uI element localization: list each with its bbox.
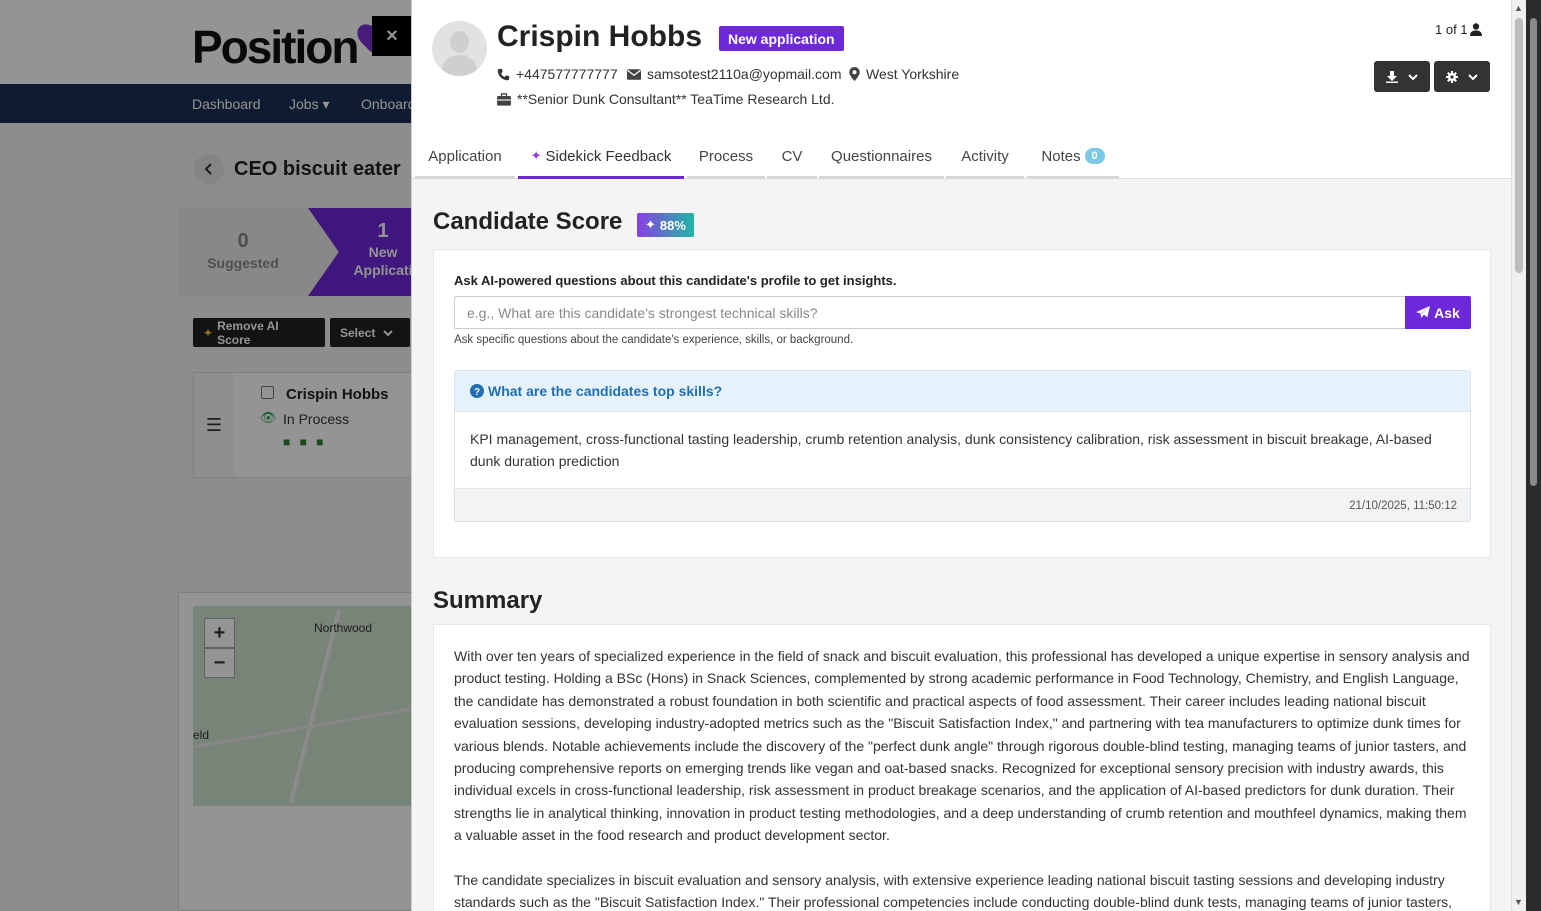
window-scrollbar[interactable] <box>1526 0 1541 911</box>
summary-title: Summary <box>433 587 543 614</box>
qa-question[interactable]: ? What are the candidates top skills? <box>455 371 1470 412</box>
candidate-pager: 1 of 1 <box>1435 22 1482 37</box>
tab-questionnaires[interactable]: Questionnaires <box>819 136 944 179</box>
sparkle-icon: ✦ <box>530 148 542 163</box>
qa-answer: KPI management, cross-functional tasting… <box>455 412 1470 488</box>
candidate-header: Crispin Hobbs New application +447577777… <box>412 0 1511 179</box>
summary-card: With over ten years of specialized exper… <box>433 624 1491 911</box>
paper-plane-icon <box>1416 306 1431 319</box>
summary-paragraph: With over ten years of specialized exper… <box>454 648 1470 844</box>
phone-icon <box>497 68 510 80</box>
tab-cv[interactable]: CV <box>767 136 817 179</box>
svg-text:?: ? <box>474 387 480 398</box>
qa-timestamp: 21/10/2025, 11:50:12 <box>455 488 1470 521</box>
download-menu-button[interactable] <box>1374 61 1430 92</box>
tab-process[interactable]: Process <box>687 136 765 179</box>
notes-count-badge: 0 <box>1084 148 1105 164</box>
map-marker-icon <box>849 67 860 81</box>
sparkle-icon: ✦ <box>645 217 656 232</box>
question-circle-icon: ? <box>470 384 484 398</box>
summary-text: With over ten years of specialized exper… <box>454 645 1470 911</box>
panel-scrollbar[interactable]: ▲ ▼ <box>1511 0 1526 911</box>
envelope-icon <box>627 68 641 80</box>
tab-sidekick-feedback[interactable]: ✦ Sidekick Feedback <box>518 136 684 179</box>
panel-scroll-thumb[interactable] <box>1515 18 1523 273</box>
ask-ai-input[interactable] <box>454 296 1406 329</box>
candidate-tabs: Application ✦ Sidekick Feedback Process C… <box>412 136 1511 179</box>
avatar <box>432 21 487 76</box>
download-icon <box>1386 70 1398 83</box>
candidate-job: **Senior Dunk Consultant** TeaTime Resea… <box>497 91 835 107</box>
candidate-name: Crispin Hobbs <box>497 20 703 53</box>
candidate-phone[interactable]: +447577777777 <box>497 66 618 82</box>
user-icon <box>1469 23 1482 36</box>
qa-item: ? What are the candidates top skills? KP… <box>454 370 1471 522</box>
summary-paragraph: The candidate specializes in biscuit eva… <box>454 872 1453 911</box>
ask-button[interactable]: Ask <box>1405 296 1471 329</box>
briefcase-icon <box>497 92 511 106</box>
scroll-down-arrow-icon[interactable]: ▼ <box>1514 897 1523 907</box>
status-badge: New application <box>719 26 844 51</box>
tab-activity[interactable]: Activity <box>946 136 1024 179</box>
ask-ai-help-text: Ask specific questions about the candida… <box>454 334 854 346</box>
ask-ai-card: Ask AI-powered questions about this cand… <box>433 249 1491 558</box>
tab-notes[interactable]: Notes 0 <box>1027 136 1119 179</box>
gear-icon <box>1446 70 1458 83</box>
candidate-panel: Crispin Hobbs New application +447577777… <box>411 0 1511 911</box>
tab-application[interactable]: Application <box>415 136 515 179</box>
scroll-up-arrow-icon[interactable]: ▲ <box>1514 3 1523 13</box>
ai-score-badge: ✦ 88% <box>637 213 694 237</box>
candidate-email[interactable]: samsotest2110a@yopmail.com <box>627 66 841 82</box>
candidate-location: West Yorkshire <box>849 66 959 82</box>
chevron-down-icon <box>1468 73 1478 80</box>
candidate-score-title: Candidate Score <box>433 208 623 235</box>
chevron-down-icon <box>1408 73 1418 80</box>
settings-menu-button[interactable] <box>1434 61 1490 92</box>
window-scroll-thumb[interactable] <box>1530 18 1537 486</box>
ask-ai-label: Ask AI-powered questions about this cand… <box>454 273 897 288</box>
